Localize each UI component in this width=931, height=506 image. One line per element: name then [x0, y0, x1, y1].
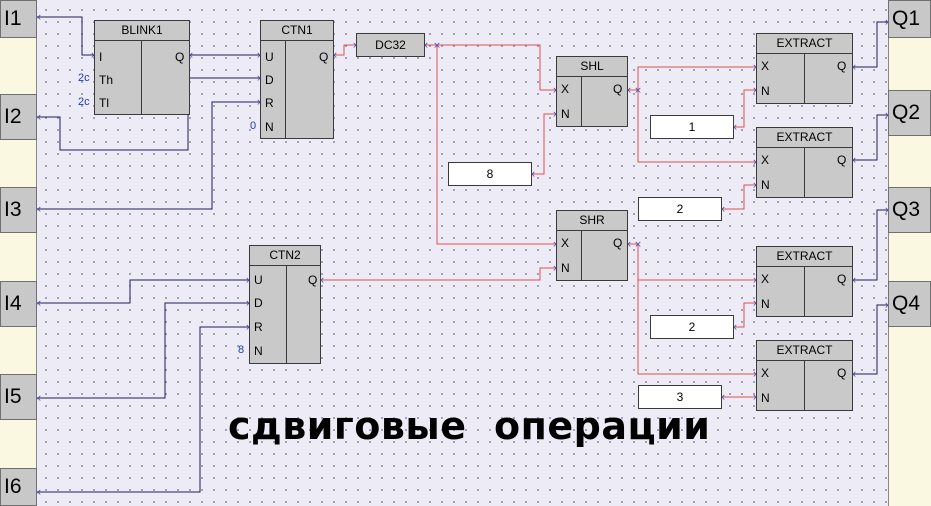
pin-label-u: U	[265, 50, 274, 64]
output-port-q1[interactable]: Q1	[888, 0, 931, 38]
pin-label-x: X	[561, 236, 570, 250]
shr-block[interactable]: SHR X N Q	[556, 210, 628, 281]
wire-ctn2-shr[interactable]	[321, 267, 556, 281]
pin-label-q: Q	[308, 273, 318, 287]
wire-ex3-q3[interactable]	[853, 209, 888, 281]
block-title: EXTRACT	[757, 247, 852, 267]
wire-i1-blink1[interactable]	[38, 16, 94, 56]
pin-label-u: U	[254, 273, 263, 287]
pin-label-d: D	[254, 296, 263, 310]
input-port-i2[interactable]: I2	[0, 94, 37, 140]
input-port-i1[interactable]: I1	[0, 0, 37, 38]
pin-label-r: R	[254, 320, 263, 334]
extract-block-1[interactable]: EXTRACT X N Q	[756, 33, 853, 104]
shl-block[interactable]: SHL X N Q	[556, 56, 628, 127]
pin-label-n: N	[561, 261, 570, 275]
pin-label-n: N	[761, 84, 770, 98]
block-title: SHL	[557, 57, 627, 77]
dc32-block[interactable]: DC32	[356, 33, 425, 57]
pin-label-q: Q	[837, 366, 847, 380]
pin-label-n: N	[254, 344, 263, 358]
wire-const2-ex2[interactable]	[722, 184, 756, 210]
output-port-q4[interactable]: Q4	[888, 281, 931, 327]
blink1-param-tl[interactable]: 2c	[78, 95, 90, 109]
pin-label-x: X	[761, 366, 770, 380]
output-port-q3[interactable]: Q3	[888, 187, 931, 233]
wire-ex4-q4[interactable]	[853, 304, 888, 375]
wire-i5-ctn2d[interactable]	[38, 302, 249, 399]
pin-label-x: X	[761, 59, 770, 73]
pin-label-n: N	[265, 120, 274, 134]
wire-shl-ex1[interactable]	[628, 66, 756, 91]
block-title: EXTRACT	[757, 341, 852, 361]
pin-label-x: X	[561, 82, 570, 96]
wire-i6-ctn2r[interactable]	[38, 326, 249, 493]
pin-label-n: N	[761, 297, 770, 311]
wire-i3-ctn1r[interactable]	[38, 101, 260, 210]
ctn1-block[interactable]: CTN1 U D R N Q	[260, 20, 334, 139]
pin-label-q: Q	[175, 50, 185, 64]
const-extract2-n[interactable]: 2	[638, 197, 722, 221]
input-port-i6[interactable]: I6	[0, 468, 37, 506]
pin-label-n: N	[561, 107, 570, 121]
block-title: EXTRACT	[757, 128, 852, 148]
block-title: CTN2	[250, 246, 320, 266]
const-shl-n[interactable]: 8	[448, 162, 532, 186]
pin-label-n: N	[761, 178, 770, 192]
wire-ex2-q2[interactable]	[853, 114, 888, 161]
pin-label-x: X	[761, 272, 770, 286]
output-port-q2[interactable]: Q2	[888, 90, 931, 136]
pin-label-tl: Tl	[99, 96, 109, 110]
pin-label-q: Q	[613, 236, 623, 250]
wire-shr-ex3[interactable]	[628, 243, 756, 281]
input-port-i3[interactable]: I3	[0, 187, 37, 233]
blink1-block[interactable]: BLINK1 I Th Tl Q	[94, 20, 190, 115]
wire-endpoint-marker: ×	[433, 41, 441, 51]
pin-label-q: Q	[837, 59, 847, 73]
pin-label-q: Q	[837, 272, 847, 286]
wire-shr-ex4[interactable]	[637, 244, 756, 375]
const-extract1-n[interactable]: 1	[650, 115, 734, 139]
wire-ex1-q1[interactable]	[853, 21, 888, 68]
block-title: SHR	[557, 211, 627, 231]
block-title: CTN1	[261, 21, 333, 41]
input-port-i5[interactable]: I5	[0, 374, 37, 420]
wire-endpoint-marker: ×	[634, 86, 642, 96]
pin-label-th: Th	[99, 73, 114, 87]
blink1-param-th[interactable]: 2c	[78, 71, 90, 85]
pin-label-q: Q	[837, 153, 847, 167]
pin-label-d: D	[265, 73, 274, 87]
pin-label-q: Q	[319, 50, 329, 64]
wire-i4-ctn2u[interactable]	[38, 279, 249, 304]
input-port-i4[interactable]: I4	[0, 281, 37, 327]
ctn1-param-n[interactable]: 0	[250, 119, 256, 133]
const-extract3-n[interactable]: 2	[650, 315, 734, 339]
pin-label-i: I	[99, 50, 103, 64]
diagram-canvas: ××××××××××××××××××××××××××××××××××××××××…	[0, 0, 931, 506]
block-title: BLINK1	[95, 21, 189, 41]
extract-block-2[interactable]: EXTRACT X N Q	[756, 127, 853, 198]
ctn2-block[interactable]: CTN2 U D R N Q	[249, 245, 321, 364]
ctn2-param-n[interactable]: 8	[238, 343, 244, 357]
wire-endpoint-marker: ×	[634, 240, 642, 250]
pin-label-q: Q	[613, 82, 623, 96]
pin-label-r: R	[265, 96, 274, 110]
pin-label-n: N	[761, 391, 770, 405]
wire-dc32-shl[interactable]	[425, 44, 556, 91]
wire-const8-shl[interactable]	[532, 113, 556, 175]
extract-block-3[interactable]: EXTRACT X N Q	[756, 246, 853, 317]
diagram-caption: сдвиговые операции	[228, 404, 711, 448]
block-title: EXTRACT	[757, 34, 852, 54]
wire-dc32-shr[interactable]	[436, 45, 556, 245]
extract-block-4[interactable]: EXTRACT X N Q	[756, 340, 853, 411]
pin-label-x: X	[761, 153, 770, 167]
